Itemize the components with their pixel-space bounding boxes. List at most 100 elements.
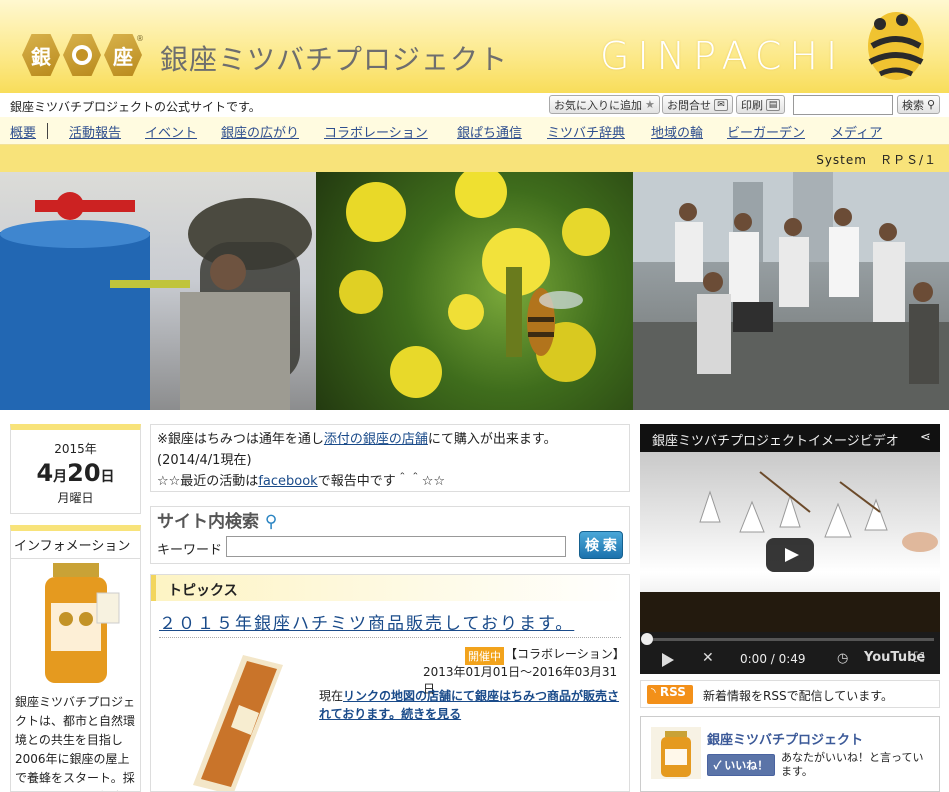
notice-line-3-pre: ☆☆最近の活動は [157,474,259,489]
mail-icon: ✉ [714,98,728,111]
topic-body-pre: 現在 [319,689,344,703]
date-year: 2015年 [54,442,97,456]
date-day: 20 [67,459,101,487]
date-widget: 2015年 4月20日 月曜日 [10,424,141,514]
nav-item-community[interactable]: 地域の輪 [651,122,703,141]
nav-divider [47,123,48,139]
site-search-title-text: サイト内検索 [157,512,259,532]
banner-photo-team [633,172,949,410]
site-search-box: サイト内検索 ⚲ キーワード 検 索 [150,506,630,564]
utility-bar: 銀座ミツバチプロジェクトの公式サイトです。 お気に入りに追加 ★ お問合せ ✉ … [0,93,949,117]
notice-box: ※銀座はちみつは通年を通し添付の銀座の店舗にて購入が出来ます。 (2014/4/… [150,424,630,492]
facebook-widget: 銀座ミツバチプロジェクト ✓ いいね！ あなたがいいね！と言っています。 [640,716,940,792]
control-play-icon[interactable] [662,653,674,667]
search-label: 検索 [902,98,924,112]
contact-label: お問合せ [667,98,711,112]
brand-name: GINPACHI [600,34,846,78]
notice-line-1-post: にて購入が出来ます。 [427,432,557,447]
video-time: 0:00 / 0:49 [740,652,806,666]
nav-item-overview[interactable]: 概要 [10,122,36,141]
ginza-logo[interactable]: 銀 座 [22,34,142,76]
honey-jar-image[interactable] [31,563,121,685]
system-label: System ＲＰＳ/１ [816,153,937,167]
facebook-page-name[interactable]: 銀座ミツバチプロジェクト [707,729,863,748]
site-search-title: サイト内検索 ⚲ [157,507,277,532]
thumbs-up-icon: ✓ [713,760,722,772]
ginza-stores-link[interactable]: 添付の銀座の店舗 [324,432,428,447]
topic-category: 【コラボレーション】 [505,647,625,661]
contact-button[interactable]: お問合せ ✉ [662,95,733,114]
video-player: 銀座ミツバチプロジェクトイメージビデオ ⋖ ✕ 0:00 / 0:49 ◷ Yo… [640,424,940,674]
notice-line-3-post: で報告中です＾＾☆☆ [317,474,446,489]
topic-headline-link[interactable]: ２０１５年銀座ハチミツ商品販売しております。 [159,609,574,634]
magnifier-icon: ⚲ [264,512,278,532]
site-search-button[interactable]: 検 索 [579,531,623,559]
honey-cake-image[interactable] [173,655,293,792]
date-weekday: 月曜日 [57,491,94,505]
rss-badge-label: RSS [659,685,686,699]
site-title[interactable]: 銀座ミツバチプロジェクト [160,38,508,78]
header-search-button[interactable]: 検索 ⚲ [897,95,941,114]
print-label: 印刷 [741,98,763,112]
nav-item-newsletter[interactable]: 銀ぱち通信 [457,122,522,141]
date-month: 4 [36,459,54,487]
date-month-day: 4月20日 [11,459,140,487]
rss-badge[interactable]: ◝ RSS [647,685,693,704]
hero-banner [0,172,949,410]
logo-tile-bee [63,34,101,76]
add-favorite-button[interactable]: お気に入りに追加 ★ [549,95,660,114]
star-icon: ★ [645,98,655,111]
topic-divider [159,637,621,638]
nav-item-media[interactable]: メディア [831,122,882,141]
site-header: 銀 座 ® 銀座ミツバチプロジェクト GINPACHI [0,0,949,93]
main-nav: 概要 活動報告 イベント 銀座の広がり コラボレーション 銀ぱち通信 ミツバチ辞… [0,117,949,145]
notice-line-2: (2014/4/1現在) [157,453,252,468]
information-widget: インフォメーション 銀座ミツバチプロジェクトは、都市と自然環境との共生を目指し2… [10,525,141,792]
facebook-like-button[interactable]: ✓ いいね！ [707,754,775,776]
share-icon[interactable]: ⋖ [920,430,931,445]
information-title: インフォメーション [11,531,140,559]
facebook-like-label: いいね！ [724,760,769,772]
facebook-page-thumbnail[interactable] [651,727,701,779]
search-icon: ⚲ [927,98,936,111]
facebook-like-text: あなたがいいね！と言っています。 [781,751,924,778]
nav-item-collaboration[interactable]: コラボレーション [324,122,428,141]
video-title[interactable]: 銀座ミツバチプロジェクトイメージビデオ [652,430,899,449]
team-group-illustration [633,172,949,410]
registered-mark: ® [136,34,144,43]
nav-item-expansion[interactable]: 銀座の広がり [221,122,299,141]
bee-logo-icon [868,12,924,80]
nav-item-dictionary[interactable]: ミツバチ辞典 [547,122,625,141]
topics-title: トピックス [168,583,238,599]
date-day-unit: 日 [100,469,115,485]
nav-item-bee-garden[interactable]: ビーガーデン [727,122,805,141]
nav-item-activity[interactable]: 活動報告 [69,122,121,141]
banner-photo-bee-flower [316,172,633,410]
notice-line-3: ☆☆最近の活動はfacebookで報告中です＾＾☆☆ [157,471,623,492]
video-progress-knob[interactable] [641,633,653,645]
header-search-input[interactable] [793,95,893,115]
logo-tile-gin: 銀 [22,34,60,76]
mute-icon[interactable]: ✕ [702,650,714,666]
video-controls: ✕ 0:00 / 0:49 ◷ YouTube ⛶ [640,632,940,674]
rss-icon: ◝ [651,685,656,699]
beekeeper-illustration [0,192,312,410]
video-frame[interactable] [640,452,940,652]
banner-photo-beekeeper [0,172,316,410]
site-tagline: 銀座ミツバチプロジェクトの公式サイトです。 [10,100,261,114]
keyword-input[interactable] [226,536,566,557]
rss-description: 新着情報をRSSで配信しています。 [703,689,894,703]
topic-body: 現在リンクの地図の店舗にて銀座はちみつ商品が販売されております。続きを見る [319,687,621,723]
notice-line-1-pre: ※銀座はちみつは通年を通し [157,432,324,447]
play-button[interactable] [766,538,814,572]
video-progress-bar[interactable] [646,638,934,641]
fullscreen-icon[interactable]: ⛶ [914,650,924,666]
nav-item-event[interactable]: イベント [145,122,197,141]
watch-later-icon[interactable]: ◷ [837,651,848,666]
topic-read-more-link[interactable]: リンクの地図の店舗にて銀座はちみつ商品が販売されております。続きを見る [319,689,619,721]
facebook-link[interactable]: facebook [258,474,317,489]
print-button[interactable]: 印刷 ▤ [736,95,785,114]
topics-section: トピックス ２０１５年銀座ハチミツ商品販売しております。 開催中 【コラボレーシ… [150,574,630,792]
favorite-label: お気に入りに追加 [554,98,642,112]
keyword-label: キーワード [157,543,223,558]
